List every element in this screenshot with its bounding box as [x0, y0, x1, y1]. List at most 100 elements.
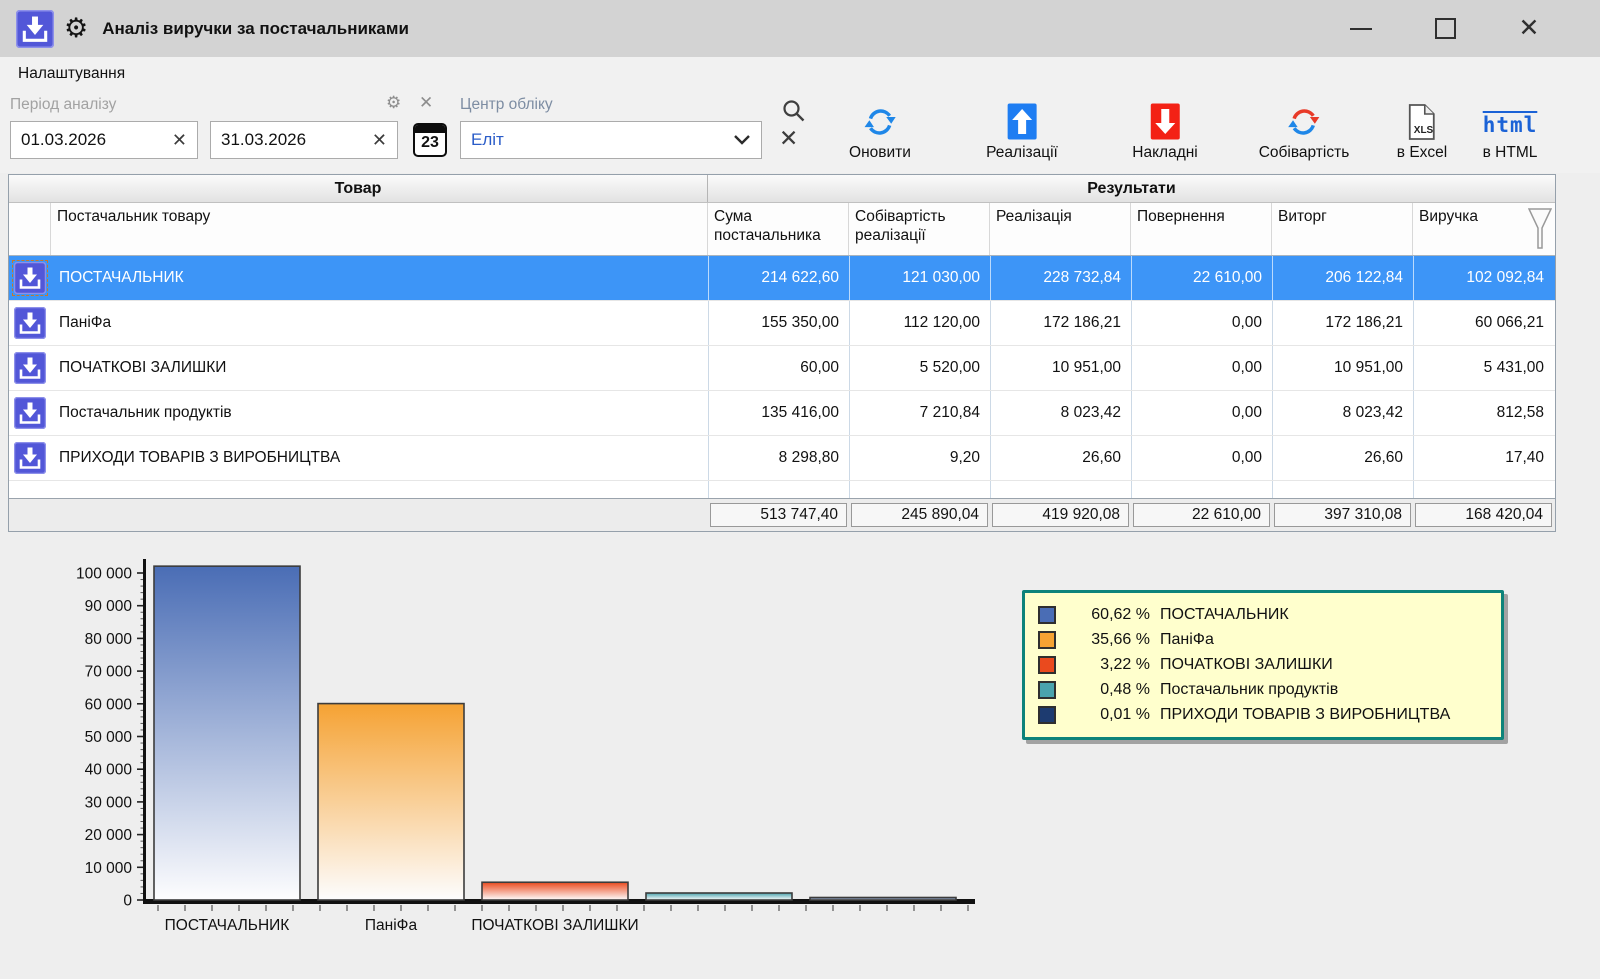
row-expand-icon[interactable] [9, 256, 51, 300]
supplier-name: ПаніФа [51, 301, 708, 345]
svg-text:XLS: XLS [1414, 125, 1434, 136]
column-header-supplier[interactable]: Постачальник товару [51, 203, 708, 255]
svg-text:50 000: 50 000 [85, 729, 133, 746]
legend-label: ПРИХОДИ ТОВАРІВ З ВИРОБНИЦТВА [1160, 706, 1450, 724]
value-cell: 0,00 [1131, 391, 1272, 435]
x-axis-label: ПаніФа [365, 917, 418, 934]
value-cell: 0,00 [1131, 301, 1272, 345]
value-cell: 26,60 [1272, 436, 1413, 480]
legend-label: ПОСТАЧАЛЬНИК [1160, 606, 1289, 624]
legend-item: 35,66 %ПаніФа [1038, 627, 1491, 652]
app-window: ⚙ Аналіз виручки за постачальниками ✕ На… [0, 0, 1600, 979]
search-icon[interactable] [781, 98, 807, 124]
total-value: 513 747,40 [710, 503, 847, 527]
calendar-icon[interactable]: 23 [413, 123, 447, 157]
value-cell: 112 120,00 [849, 301, 990, 345]
cost-button[interactable]: Собівартість [1259, 100, 1350, 162]
value-cell: 0,00 [1131, 436, 1272, 480]
total-value: 397 310,08 [1274, 503, 1411, 527]
maximize-button[interactable] [1430, 14, 1460, 44]
table-body: ПОСТАЧАЛЬНИК214 622,60121 030,00228 732,… [9, 256, 1555, 481]
supplier-name: ПРИХОДИ ТОВАРІВ З ВИРОБНИЦТВА [51, 436, 708, 480]
period-label: Період аналізу [10, 96, 116, 114]
row-expand-icon[interactable] [9, 391, 51, 435]
value-cell: 5 431,00 [1413, 346, 1554, 390]
invoices-button[interactable]: Накладні [1132, 100, 1197, 162]
column-header-cost[interactable]: Собівартість реалізації [849, 203, 990, 255]
legend-percent: 60,62 % [1066, 606, 1150, 624]
center-select[interactable]: Еліт [460, 121, 762, 159]
arrow-down-square-icon [1150, 100, 1180, 140]
total-value: 168 420,04 [1415, 503, 1552, 527]
value-cell: 8 298,80 [708, 436, 849, 480]
row-expand-icon[interactable] [9, 436, 51, 480]
table-row[interactable]: Постачальник продуктів135 416,007 210,84… [9, 391, 1555, 436]
value-cell: 8 023,42 [1272, 391, 1413, 435]
legend-percent: 35,66 % [1066, 631, 1150, 649]
supplier-name: Постачальник продуктів [51, 391, 708, 435]
xls-file-icon: XLS [1408, 100, 1436, 140]
legend-color-chip [1038, 681, 1056, 699]
column-header-proceeds[interactable]: Виторг [1272, 203, 1413, 255]
value-cell: 60 066,21 [1413, 301, 1554, 345]
legend-label: Постачальник продуктів [1160, 681, 1338, 699]
total-value: 22 610,00 [1133, 503, 1270, 527]
column-header-sales[interactable]: Реалізація [990, 203, 1131, 255]
value-cell: 0,00 [1131, 346, 1272, 390]
period-gear-icon[interactable]: ⚙ [386, 94, 401, 111]
value-cell: 5 520,00 [849, 346, 990, 390]
menu-bar: Налаштування [0, 57, 1600, 91]
filter-funnel-icon[interactable] [1528, 208, 1552, 250]
legend-item: 0,01 % ПРИХОДИ ТОВАРІВ З ВИРОБНИЦТВА [1038, 702, 1491, 727]
period-clear-icon[interactable]: ✕ [419, 94, 433, 111]
legend-color-chip [1038, 631, 1056, 649]
totals-row: 513 747,40245 890,04419 920,0822 610,003… [9, 498, 1555, 531]
legend-percent: 0,01 % [1066, 706, 1150, 724]
center-label: Центр обліку [460, 96, 553, 114]
toolbar: Період аналізу ⚙ ✕ Центр обліку 01.03.20… [0, 91, 1600, 173]
column-header-revenue[interactable]: Виручка [1413, 203, 1555, 255]
chart-panel: 010 00020 00030 00040 00050 00060 00070 … [0, 533, 1600, 979]
x-axis-label: ПОЧАТКОВІ ЗАЛИШКИ [471, 917, 638, 934]
window-title: Аналіз виручки за постачальниками [102, 19, 409, 39]
date-to-clear-icon[interactable]: ✕ [362, 130, 397, 151]
value-cell: 228 732,84 [990, 256, 1131, 300]
center-clear-icon[interactable]: ✕ [779, 125, 798, 152]
date-from-input[interactable]: 01.03.2026 ✕ [10, 121, 198, 159]
sales-button[interactable]: Реалізації [986, 100, 1058, 162]
group-header-results: Результати [708, 175, 1555, 202]
html-icon: html [1483, 100, 1538, 140]
settings-gear-icon[interactable]: ⚙ [64, 15, 88, 42]
date-to-input[interactable]: 31.03.2026 ✕ [210, 121, 398, 159]
column-header-returns[interactable]: Повернення [1131, 203, 1272, 255]
chevron-down-icon[interactable] [733, 134, 751, 146]
menu-item-settings[interactable]: Налаштування [18, 65, 125, 83]
table-row[interactable]: ПРИХОДИ ТОВАРІВ З ВИРОБНИЦТВА8 298,809,2… [9, 436, 1555, 481]
row-expand-icon[interactable] [9, 346, 51, 390]
export-excel-button[interactable]: XLS в Excel [1397, 100, 1447, 162]
svg-text:60 000: 60 000 [85, 696, 133, 713]
row-expand-icon[interactable] [9, 301, 51, 345]
table-row[interactable]: ПОСТАЧАЛЬНИК214 622,60121 030,00228 732,… [9, 256, 1555, 301]
refresh-button[interactable]: Оновити [849, 100, 911, 162]
svg-text:40 000: 40 000 [85, 762, 133, 779]
totals-values: 513 747,40245 890,04419 920,0822 610,003… [708, 503, 1555, 527]
table-row[interactable]: ПаніФа155 350,00112 120,00172 186,210,00… [9, 301, 1555, 346]
value-cell: 214 622,60 [708, 256, 849, 300]
export-html-button[interactable]: html в HTML [1483, 100, 1538, 162]
value-cell: 172 186,21 [990, 301, 1131, 345]
refresh-red-blue-icon [1286, 100, 1322, 140]
chart-legend: 60,62 %ПОСТАЧАЛЬНИК35,66 %ПаніФа3,22 %ПО… [1022, 590, 1504, 740]
refresh-icon [862, 100, 898, 140]
svg-text:80 000: 80 000 [85, 631, 133, 648]
minimize-button[interactable] [1346, 14, 1376, 44]
close-button[interactable]: ✕ [1514, 14, 1544, 44]
supplier-name: ПОЧАТКОВІ ЗАЛИШКИ [51, 346, 708, 390]
column-header-supplier-sum[interactable]: Сума постачальника [708, 203, 849, 255]
arrow-up-square-icon [1007, 100, 1037, 140]
value-cell: 7 210,84 [849, 391, 990, 435]
value-cell: 9,20 [849, 436, 990, 480]
value-cell: 17,40 [1413, 436, 1554, 480]
table-row[interactable]: ПОЧАТКОВІ ЗАЛИШКИ60,005 520,0010 951,000… [9, 346, 1555, 391]
date-from-clear-icon[interactable]: ✕ [162, 130, 197, 151]
